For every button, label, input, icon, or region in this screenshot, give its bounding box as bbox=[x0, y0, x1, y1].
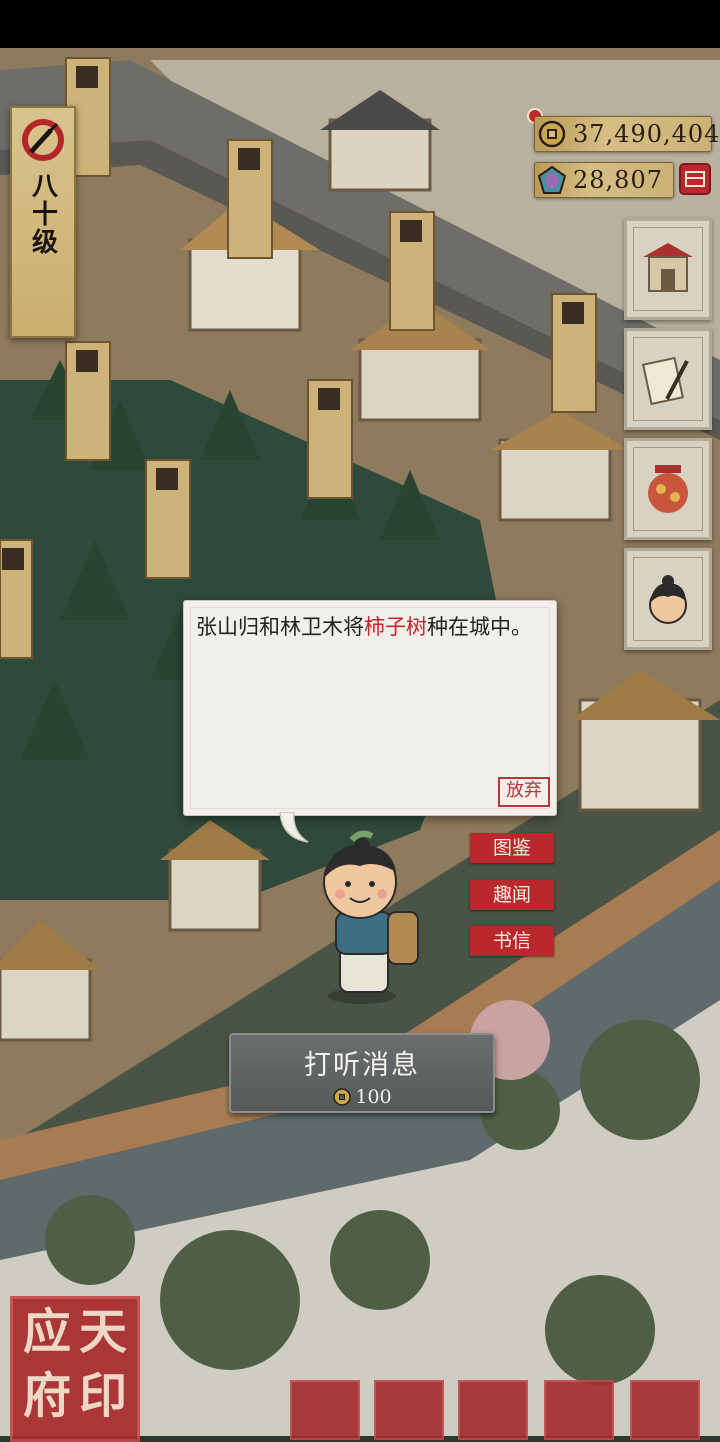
player-level-text: 八十级 bbox=[27, 172, 58, 256]
status-bar bbox=[0, 0, 720, 48]
catalog-tag-button[interactable]: 图鉴 bbox=[470, 833, 554, 863]
jade-counter[interactable]: 28,807 bbox=[534, 162, 674, 198]
jade-value: 28,807 bbox=[573, 166, 663, 194]
anecdotes-tag-button[interactable]: 趣闻 bbox=[470, 880, 554, 910]
seal-char: 府 bbox=[22, 1368, 71, 1424]
inquire-cost: 100 bbox=[231, 1086, 493, 1108]
seal-char: 应 bbox=[22, 1304, 71, 1360]
inquire-news-button[interactable]: 打听消息 100 bbox=[229, 1033, 495, 1113]
inquire-news-label: 打听消息 bbox=[304, 1050, 420, 1081]
celebration-icon bbox=[648, 465, 688, 513]
seal-char: 天 bbox=[78, 1304, 127, 1360]
copper-coin-counter[interactable]: 37,490,404 bbox=[534, 116, 719, 152]
bottom-nav-tab-5[interactable] bbox=[630, 1380, 700, 1440]
letters-tag-button[interactable]: 书信 bbox=[470, 926, 554, 956]
abandon-button[interactable]: 放弃 bbox=[498, 777, 550, 807]
seal-char: 印 bbox=[78, 1368, 127, 1424]
player-level-plaque[interactable]: 八十级 bbox=[10, 106, 76, 338]
bottom-nav-tab-2[interactable] bbox=[374, 1380, 444, 1440]
jade-gem-icon bbox=[537, 165, 567, 194]
dialog-text-end: 种在城中。 bbox=[427, 615, 532, 639]
scroll-brush-icon bbox=[642, 356, 689, 406]
dialog-message: 张山归和林卫木将柿子树种在城中。 bbox=[196, 611, 536, 643]
treasure-chest-icon[interactable] bbox=[678, 162, 712, 196]
character-portrait-icon bbox=[649, 575, 687, 624]
copper-coin-icon bbox=[538, 120, 566, 148]
character-menu-button[interactable] bbox=[624, 548, 712, 650]
event-message-dialog: 张山归和林卫木将柿子树种在城中。 放弃 bbox=[183, 600, 557, 816]
dialog-highlight-item[interactable]: 柿子树 bbox=[364, 615, 427, 639]
event-menu-button[interactable] bbox=[624, 438, 712, 540]
speech-bubble-tail bbox=[279, 812, 309, 843]
bottom-nav-tab-3[interactable] bbox=[458, 1380, 528, 1440]
scroll-menu-button[interactable] bbox=[624, 328, 712, 430]
bottom-nav-tab-4[interactable] bbox=[544, 1380, 614, 1440]
bottom-nav-tab-1[interactable] bbox=[290, 1380, 360, 1440]
pavilion-icon bbox=[643, 243, 693, 292]
yingtian-seal-logo[interactable]: 应 天 府 印 bbox=[10, 1296, 140, 1442]
calligraphy-brush-icon bbox=[22, 119, 64, 161]
dialog-text-start: 张山归和林卫木将 bbox=[196, 615, 364, 639]
copper-coin-icon bbox=[333, 1088, 352, 1106]
building-menu-button[interactable] bbox=[624, 218, 712, 320]
inquire-cost-value: 100 bbox=[355, 1086, 392, 1108]
copper-coin-value: 37,490,404 bbox=[573, 120, 720, 148]
